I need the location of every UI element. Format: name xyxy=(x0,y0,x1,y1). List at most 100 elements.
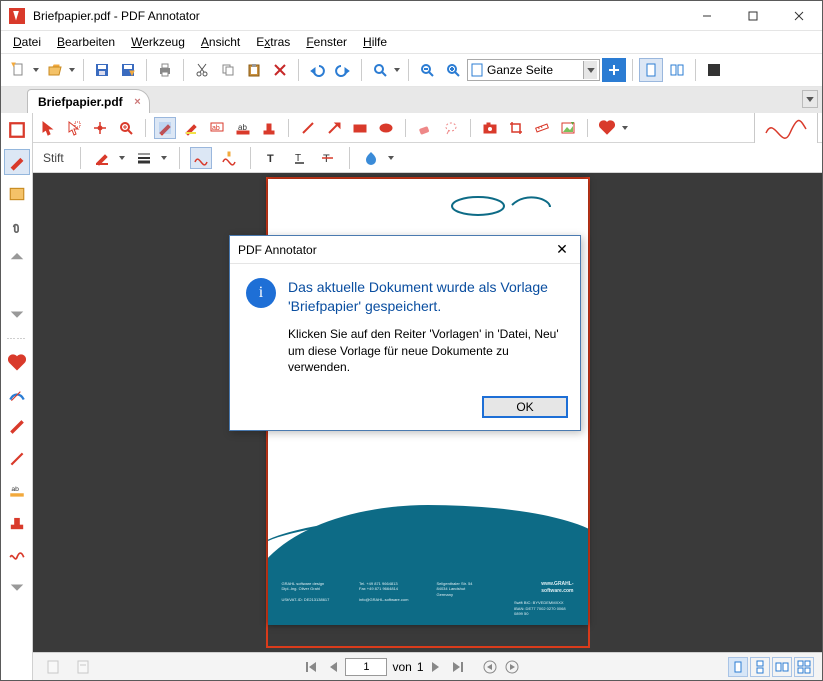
save-as-button[interactable] xyxy=(116,58,140,82)
zoom-in-button[interactable] xyxy=(441,58,465,82)
line-width-dropdown[interactable] xyxy=(159,146,169,170)
expand-up-icon[interactable] xyxy=(4,245,30,271)
menu-extras[interactable]: Extras xyxy=(250,33,296,51)
opacity-button[interactable] xyxy=(360,147,382,169)
tool-pointer[interactable] xyxy=(37,117,59,139)
preset-textmarker[interactable]: ab xyxy=(4,478,30,504)
nav-prev[interactable] xyxy=(323,657,343,677)
menu-tool[interactable]: Werkzeug xyxy=(125,33,191,51)
single-page-button[interactable] xyxy=(639,58,663,82)
style-smooth[interactable] xyxy=(190,147,212,169)
tool-lasso-erase[interactable] xyxy=(440,117,462,139)
sidebar-more-down[interactable] xyxy=(4,574,30,600)
style-pressure[interactable] xyxy=(218,147,240,169)
open-dropdown[interactable] xyxy=(67,58,77,82)
menu-view[interactable]: Ansicht xyxy=(195,33,246,51)
menu-help[interactable]: Hilfe xyxy=(357,33,393,51)
save-button[interactable] xyxy=(90,58,114,82)
view-single[interactable] xyxy=(728,657,748,677)
view-continuous[interactable] xyxy=(750,657,770,677)
tool-line[interactable] xyxy=(297,117,319,139)
menu-window[interactable]: Fenster xyxy=(300,33,353,51)
view-twoup-continuous[interactable] xyxy=(794,657,814,677)
page-number-input[interactable] xyxy=(345,658,387,676)
zoom-select[interactable]: Ganze Seite xyxy=(467,59,600,81)
paste-button[interactable] xyxy=(242,58,266,82)
expand-down-icon[interactable] xyxy=(4,301,30,327)
preset-pen-blue[interactable] xyxy=(4,382,30,408)
tool-camera[interactable] xyxy=(479,117,501,139)
text-strike[interactable]: T xyxy=(317,147,339,169)
preset-stamp[interactable] xyxy=(4,510,30,536)
new-doc-button[interactable] xyxy=(7,58,31,82)
tool-marker[interactable] xyxy=(180,117,202,139)
tool-zoom[interactable] xyxy=(115,117,137,139)
zoom-dropdown-arrow[interactable] xyxy=(583,61,597,79)
nav-last[interactable] xyxy=(448,657,468,677)
tool-favorite[interactable] xyxy=(596,117,618,139)
tool-favorite-dropdown[interactable] xyxy=(620,116,630,140)
tool-select[interactable] xyxy=(63,117,85,139)
delete-button[interactable] xyxy=(268,58,292,82)
tab-list-dropdown[interactable] xyxy=(802,90,818,108)
fullscreen-button[interactable] xyxy=(702,58,726,82)
tool-text[interactable]: ab xyxy=(206,117,228,139)
nav-next[interactable] xyxy=(426,657,446,677)
page-navigation: von 1 xyxy=(301,657,521,677)
titlebar: Briefpapier.pdf - PDF Annotator xyxy=(1,1,822,31)
tool-measure[interactable] xyxy=(531,117,553,139)
search-dropdown[interactable] xyxy=(392,58,402,82)
open-button[interactable] xyxy=(43,58,67,82)
nav-forward[interactable] xyxy=(502,657,522,677)
preset-pen-red[interactable] xyxy=(4,414,30,440)
add-page-button[interactable] xyxy=(602,58,626,82)
tool-underline[interactable]: ab xyxy=(232,117,254,139)
tool-pen[interactable] xyxy=(154,117,176,139)
text-bold[interactable]: T xyxy=(261,147,283,169)
tab-close-icon[interactable]: × xyxy=(134,96,140,108)
menu-file[interactable]: Datei xyxy=(7,33,47,51)
redo-button[interactable] xyxy=(331,58,355,82)
status-thumb2[interactable] xyxy=(71,655,95,679)
undo-button[interactable] xyxy=(305,58,329,82)
two-page-button[interactable] xyxy=(665,58,689,82)
color-picker[interactable] xyxy=(91,147,113,169)
color-dropdown[interactable] xyxy=(117,146,127,170)
print-button[interactable] xyxy=(153,58,177,82)
dialog-close-button[interactable]: ✕ xyxy=(552,240,572,260)
tool-arrow[interactable] xyxy=(323,117,345,139)
nav-first[interactable] xyxy=(301,657,321,677)
text-underline[interactable]: T xyxy=(289,147,311,169)
tool-image[interactable] xyxy=(557,117,579,139)
tool-ellipse[interactable] xyxy=(375,117,397,139)
close-button[interactable] xyxy=(776,1,822,31)
status-thumb1[interactable] xyxy=(41,655,65,679)
document-tab[interactable]: Briefpapier.pdf × xyxy=(27,89,150,113)
new-doc-dropdown[interactable] xyxy=(31,58,41,82)
preset-squiggle[interactable] xyxy=(4,542,30,568)
search-button[interactable] xyxy=(368,58,392,82)
copy-button[interactable] xyxy=(216,58,240,82)
tool-note-tab[interactable] xyxy=(4,181,30,207)
zoom-out-button[interactable] xyxy=(415,58,439,82)
tool-options-bar: Stift T T T xyxy=(33,143,822,173)
preset-pen-redthin[interactable] xyxy=(4,446,30,472)
nav-back[interactable] xyxy=(480,657,500,677)
tool-crop[interactable] xyxy=(505,117,527,139)
menu-edit[interactable]: Bearbeiten xyxy=(51,33,121,51)
maximize-button[interactable] xyxy=(730,1,776,31)
favorites-heart-icon[interactable] xyxy=(4,350,30,376)
opacity-dropdown[interactable] xyxy=(386,146,396,170)
line-width[interactable] xyxy=(133,147,155,169)
cut-button[interactable] xyxy=(190,58,214,82)
tool-stamp[interactable] xyxy=(258,117,280,139)
minimize-button[interactable] xyxy=(684,1,730,31)
dialog-ok-button[interactable]: OK xyxy=(482,396,568,418)
tool-eraser[interactable] xyxy=(414,117,436,139)
tool-pen-tab[interactable] xyxy=(4,149,30,175)
tool-attachment-tab[interactable] xyxy=(4,213,30,239)
view-twoup[interactable] xyxy=(772,657,792,677)
tool-pan[interactable] xyxy=(89,117,111,139)
tool-rect-select-icon[interactable] xyxy=(4,117,30,143)
tool-rect[interactable] xyxy=(349,117,371,139)
